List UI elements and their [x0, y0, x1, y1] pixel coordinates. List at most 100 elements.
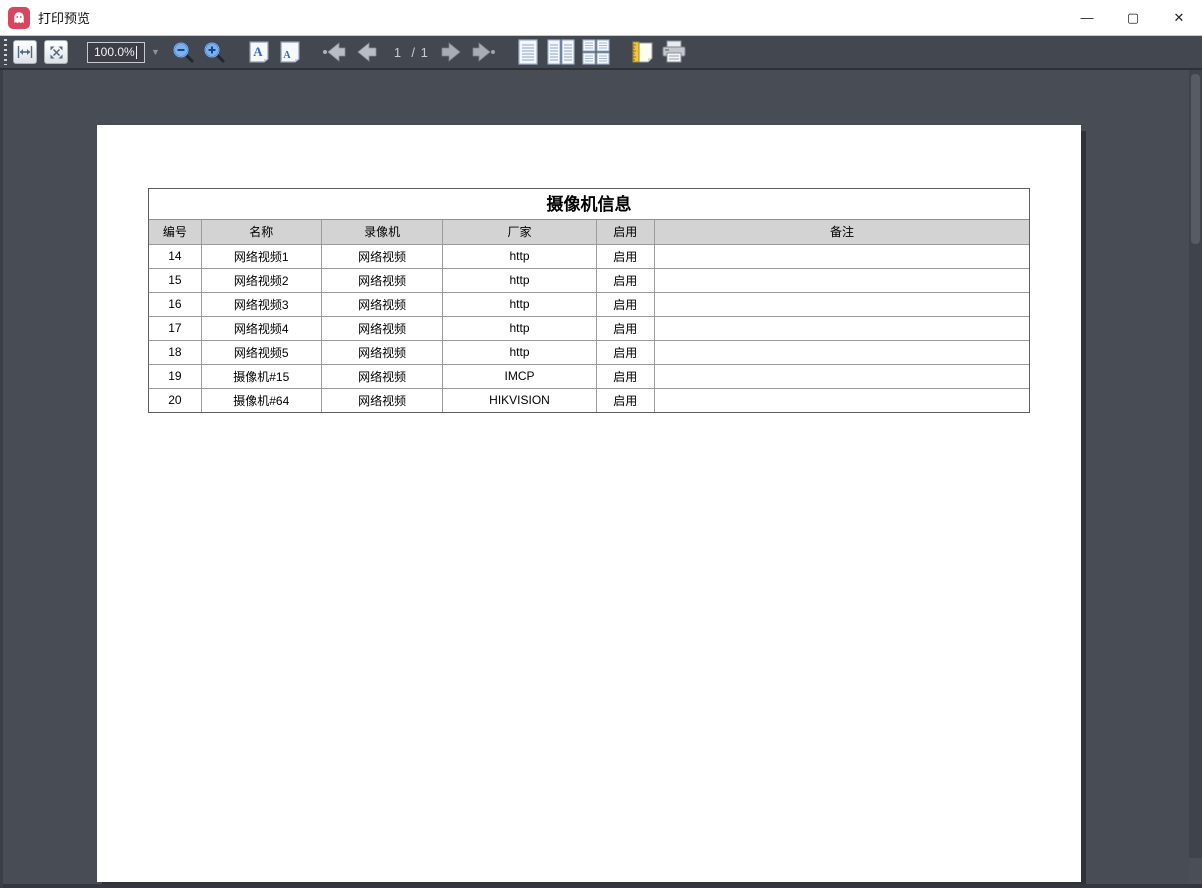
- window-controls: — ▢ ✕: [1064, 0, 1202, 35]
- two-page-view-button[interactable]: [546, 39, 576, 65]
- text-caret: [136, 46, 137, 59]
- table-cell: http: [443, 268, 596, 292]
- one-page-view-icon: [517, 39, 539, 65]
- table-header: 编号名称录像机厂家启用备注: [149, 220, 1029, 244]
- table-cell: 网络视频: [321, 316, 443, 340]
- paper: 摄像机信息 编号名称录像机厂家启用备注 14网络视频1网络视频http启用15网…: [97, 125, 1081, 882]
- table-cell: http: [443, 340, 596, 364]
- data-table: 编号名称录像机厂家启用备注 14网络视频1网络视频http启用15网络视频2网络…: [149, 220, 1029, 412]
- table-cell: [654, 316, 1029, 340]
- print-button[interactable]: [661, 39, 687, 65]
- table-cell: [654, 268, 1029, 292]
- table-cell: [654, 340, 1029, 364]
- last-page-button[interactable]: [470, 39, 496, 65]
- table-row: 20摄像机#64网络视频HIKVISION启用: [149, 388, 1029, 412]
- camera-info-table: 摄像机信息 编号名称录像机厂家启用备注 14网络视频1网络视频http启用15网…: [148, 188, 1030, 413]
- table-row: 17网络视频4网络视频http启用: [149, 316, 1029, 340]
- print-icon: [661, 40, 687, 64]
- close-button[interactable]: ✕: [1156, 0, 1202, 35]
- vertical-scrollbar[interactable]: [1189, 70, 1202, 888]
- table-cell: 18: [149, 340, 201, 364]
- first-page-button[interactable]: [322, 39, 348, 65]
- minimize-button[interactable]: —: [1064, 0, 1110, 35]
- table-cell: 网络视频: [321, 292, 443, 316]
- table-cell: http: [443, 316, 596, 340]
- table-cell: 网络视频1: [201, 244, 321, 268]
- table-cell: 启用: [596, 388, 654, 412]
- table-body: 14网络视频1网络视频http启用15网络视频2网络视频http启用16网络视频…: [149, 244, 1029, 412]
- previous-page-button[interactable]: [353, 39, 379, 65]
- table-cell: 网络视频: [321, 340, 443, 364]
- window-title: 打印预览: [38, 8, 90, 27]
- table-cell: http: [443, 244, 596, 268]
- one-page-view-button[interactable]: [515, 39, 541, 65]
- table-cell: [654, 244, 1029, 268]
- table-cell: 网络视频2: [201, 268, 321, 292]
- next-page-icon: [440, 42, 464, 62]
- table-cell: 16: [149, 292, 201, 316]
- text-zoom-large-icon: A: [248, 40, 270, 64]
- fit-width-icon: [17, 45, 33, 59]
- table-cell: 摄像机#15: [201, 364, 321, 388]
- table-row: 14网络视频1网络视频http启用: [149, 244, 1029, 268]
- table-cell: 启用: [596, 340, 654, 364]
- table-cell: 启用: [596, 244, 654, 268]
- text-zoom-small-button[interactable]: A: [277, 39, 303, 65]
- table-cell: [654, 292, 1029, 316]
- toolbar-gripper[interactable]: [4, 39, 7, 65]
- table-cell: 网络视频: [321, 364, 443, 388]
- print-preview-window: 打印预览 — ▢ ✕ 100.0% ▼: [0, 0, 1202, 888]
- previous-page-icon: [354, 42, 378, 62]
- table-title: 摄像机信息: [149, 189, 1029, 220]
- next-page-button[interactable]: [439, 39, 465, 65]
- first-page-icon: [322, 42, 348, 62]
- header-row: 编号名称录像机厂家启用备注: [149, 220, 1029, 244]
- four-page-view-icon: [582, 39, 610, 65]
- table-cell: 19: [149, 364, 201, 388]
- table-cell: 20: [149, 388, 201, 412]
- horizontal-scrollbar[interactable]: [3, 884, 1202, 888]
- column-header: 启用: [596, 220, 654, 244]
- preview-area[interactable]: 摄像机信息 编号名称录像机厂家启用备注 14网络视频1网络视频http启用15网…: [0, 70, 1202, 888]
- table-cell: http: [443, 292, 596, 316]
- table-cell: 网络视频: [321, 268, 443, 292]
- page-current: 1: [394, 45, 402, 60]
- fit-page-button[interactable]: [44, 40, 68, 64]
- table-row: 19摄像机#15网络视频IMCP启用: [149, 364, 1029, 388]
- zoom-combobox[interactable]: 100.0% ▼: [87, 42, 160, 63]
- zoom-in-button[interactable]: [201, 39, 227, 65]
- two-page-view-icon: [547, 39, 575, 65]
- page-setup-button[interactable]: [630, 39, 656, 65]
- table-cell: 启用: [596, 316, 654, 340]
- page-indicator: 1 / 1: [394, 45, 429, 60]
- table-cell: 网络视频5: [201, 340, 321, 364]
- table-cell: 启用: [596, 268, 654, 292]
- table-cell: 17: [149, 316, 201, 340]
- app-ghost-icon: [8, 7, 30, 29]
- vertical-scrollbar-thumb[interactable]: [1191, 74, 1200, 244]
- table-cell: 网络视频4: [201, 316, 321, 340]
- table-row: 18网络视频5网络视频http启用: [149, 340, 1029, 364]
- page-setup-icon: [631, 40, 655, 64]
- page-total: / 1: [411, 45, 428, 60]
- fit-width-button[interactable]: [13, 40, 37, 64]
- table-cell: HIKVISION: [443, 388, 596, 412]
- zoom-value: 100.0%: [94, 45, 135, 59]
- zoom-in-icon: [202, 40, 226, 64]
- table-row: 15网络视频2网络视频http启用: [149, 268, 1029, 292]
- toolbar: 100.0% ▼ A: [0, 36, 1202, 70]
- table-cell: [654, 364, 1029, 388]
- text-zoom-large-button[interactable]: A: [246, 39, 272, 65]
- maximize-button[interactable]: ▢: [1110, 0, 1156, 35]
- table-cell: [654, 388, 1029, 412]
- table-row: 16网络视频3网络视频http启用: [149, 292, 1029, 316]
- zoom-out-button[interactable]: [170, 39, 196, 65]
- zoom-input[interactable]: 100.0%: [87, 42, 145, 63]
- table-cell: 启用: [596, 364, 654, 388]
- fit-page-icon: [49, 45, 64, 60]
- table-cell: 网络视频: [321, 244, 443, 268]
- table-cell: 14: [149, 244, 201, 268]
- chevron-down-icon[interactable]: ▼: [151, 47, 160, 57]
- four-page-view-button[interactable]: [581, 39, 611, 65]
- table-cell: 摄像机#64: [201, 388, 321, 412]
